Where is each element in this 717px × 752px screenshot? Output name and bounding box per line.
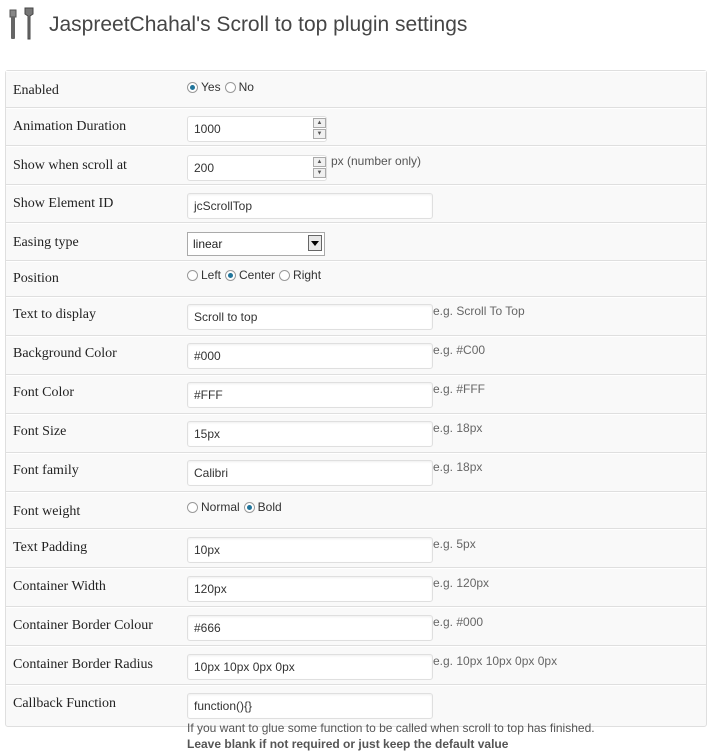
text-padding-input[interactable]: 10px: [187, 537, 433, 563]
font-size-hint: e.g. 18px: [433, 421, 483, 435]
setting-row-enabled: Enabled Yes No: [6, 71, 706, 108]
enabled-no-label: No: [238, 80, 254, 94]
text-display-input[interactable]: Scroll to top: [187, 304, 433, 330]
font-family-label: Font family: [13, 463, 79, 478]
settings-form: Enabled Yes No Animation Duration 1000 ▲…: [5, 70, 707, 751]
setting-row-callback: Callback Function function(){} If you wa…: [6, 685, 706, 752]
animation-duration-value: 1000: [194, 122, 221, 136]
setting-row-easing: Easing type linear: [6, 223, 706, 261]
font-family-hint: e.g. 18px: [433, 460, 483, 474]
setting-row-font-color: Font Color #FFF e.g. #FFF: [6, 375, 706, 414]
element-id-input[interactable]: jcScrollTop: [187, 193, 433, 219]
font-size-label: Font Size: [13, 424, 67, 439]
setting-row-text-display: Text to display Scroll to top e.g. Scrol…: [6, 297, 706, 336]
text-display-hint: e.g. Scroll To Top: [433, 304, 525, 318]
font-weight-label: Font weight: [13, 504, 81, 519]
border-radius-input[interactable]: 10px 10px 0px 0px: [187, 654, 433, 680]
border-colour-hint: e.g. #000: [433, 615, 484, 629]
setting-row-font-weight: Font weight Normal Bold: [6, 492, 706, 529]
show-when-scroll-input[interactable]: 200 ▲ ▼: [187, 155, 327, 181]
callback-input[interactable]: function(){}: [187, 693, 433, 719]
font-weight-radio-group: Normal Bold: [187, 500, 286, 514]
font-family-input[interactable]: Calibri: [187, 460, 433, 486]
position-label: Position: [13, 271, 59, 286]
stepper-up-icon[interactable]: ▲: [313, 157, 326, 167]
text-padding-label: Text Padding: [13, 540, 88, 555]
show-when-scroll-label: Show when scroll at: [13, 158, 127, 173]
show-when-scroll-hint: px (number only): [331, 154, 422, 168]
chevron-down-icon[interactable]: [308, 235, 322, 251]
setting-row-border-radius: Container Border Radius 10px 10px 0px 0p…: [6, 646, 706, 685]
border-radius-label: Container Border Radius: [13, 657, 153, 672]
callback-help-text: If you want to glue some function to be …: [187, 721, 595, 735]
enabled-label: Enabled: [13, 83, 59, 98]
font-weight-bold-radio[interactable]: [243, 501, 255, 513]
border-radius-hint: e.g. 10px 10px 0px 0px: [433, 654, 558, 668]
stepper-down-icon[interactable]: ▼: [313, 129, 326, 139]
setting-row-show-when-scroll: Show when scroll at 200 ▲ ▼ px (number o…: [6, 146, 706, 185]
tools-icon: [9, 7, 34, 40]
border-colour-label: Container Border Colour: [13, 618, 153, 633]
font-color-hint: e.g. #FFF: [433, 382, 486, 396]
bg-color-input[interactable]: #000: [187, 343, 433, 369]
setting-row-font-size: Font Size 15px e.g. 18px: [6, 414, 706, 453]
setting-row-bg-color: Background Color #000 e.g. #C00: [6, 336, 706, 375]
show-when-scroll-value: 200: [194, 161, 215, 175]
position-center-radio[interactable]: [225, 269, 237, 281]
font-size-input[interactable]: 15px: [187, 421, 433, 447]
position-left-radio[interactable]: [187, 269, 198, 281]
bg-color-hint: e.g. #C00: [433, 343, 486, 357]
position-left-label: Left: [201, 268, 222, 282]
enabled-radio-group: Yes No: [187, 80, 258, 94]
page-header: JaspreetChahal's Scroll to top plugin se…: [7, 4, 467, 44]
callback-help-bold: Leave blank if not required or just keep…: [187, 737, 509, 751]
font-weight-normal-label: Normal: [201, 500, 240, 514]
stepper-up-icon[interactable]: ▲: [313, 118, 326, 128]
setting-row-border-colour: Container Border Colour #666 e.g. #000: [6, 607, 706, 646]
element-id-label: Show Element ID: [13, 196, 114, 211]
callback-label: Callback Function: [13, 696, 117, 711]
setting-row-text-padding: Text Padding 10px e.g. 5px: [6, 529, 706, 568]
position-radio-group: Left Center Right: [187, 268, 325, 282]
font-color-input[interactable]: #FFF: [187, 382, 433, 408]
setting-row-position: Position Left Center Right: [6, 261, 706, 297]
enabled-no-radio[interactable]: [224, 81, 236, 93]
animation-duration-stepper[interactable]: ▲ ▼: [313, 118, 327, 140]
bg-color-label: Background Color: [13, 346, 117, 361]
container-width-input[interactable]: 120px: [187, 576, 433, 602]
font-weight-normal-radio[interactable]: [187, 501, 198, 513]
animation-duration-input[interactable]: 1000 ▲ ▼: [187, 116, 327, 142]
text-display-label: Text to display: [13, 307, 97, 322]
setting-row-font-family: Font family Calibri e.g. 18px: [6, 453, 706, 492]
enabled-yes-radio[interactable]: [187, 81, 198, 93]
text-padding-hint: e.g. 5px: [433, 537, 476, 551]
border-colour-input[interactable]: #666: [187, 615, 433, 641]
animation-duration-label: Animation Duration: [13, 119, 127, 134]
stepper-down-icon[interactable]: ▼: [313, 168, 326, 178]
position-center-label: Center: [239, 268, 276, 282]
font-weight-bold-label: Bold: [257, 500, 282, 514]
position-right-radio[interactable]: [279, 269, 291, 281]
position-right-label: Right: [293, 268, 322, 282]
setting-row-element-id: Show Element ID jcScrollTop: [6, 185, 706, 223]
easing-label: Easing type: [13, 235, 79, 250]
easing-select[interactable]: linear: [187, 232, 325, 256]
enabled-yes-label: Yes: [201, 80, 221, 94]
setting-row-animation-duration: Animation Duration 1000 ▲ ▼: [6, 108, 706, 146]
page-title: JaspreetChahal's Scroll to top plugin se…: [49, 13, 468, 36]
container-width-hint: e.g. 120px: [433, 576, 490, 590]
show-when-scroll-stepper[interactable]: ▲ ▼: [313, 157, 327, 179]
setting-row-container-width: Container Width 120px e.g. 120px: [6, 568, 706, 607]
font-color-label: Font Color: [13, 385, 75, 400]
container-width-label: Container Width: [13, 579, 106, 594]
easing-value: linear: [193, 237, 223, 251]
